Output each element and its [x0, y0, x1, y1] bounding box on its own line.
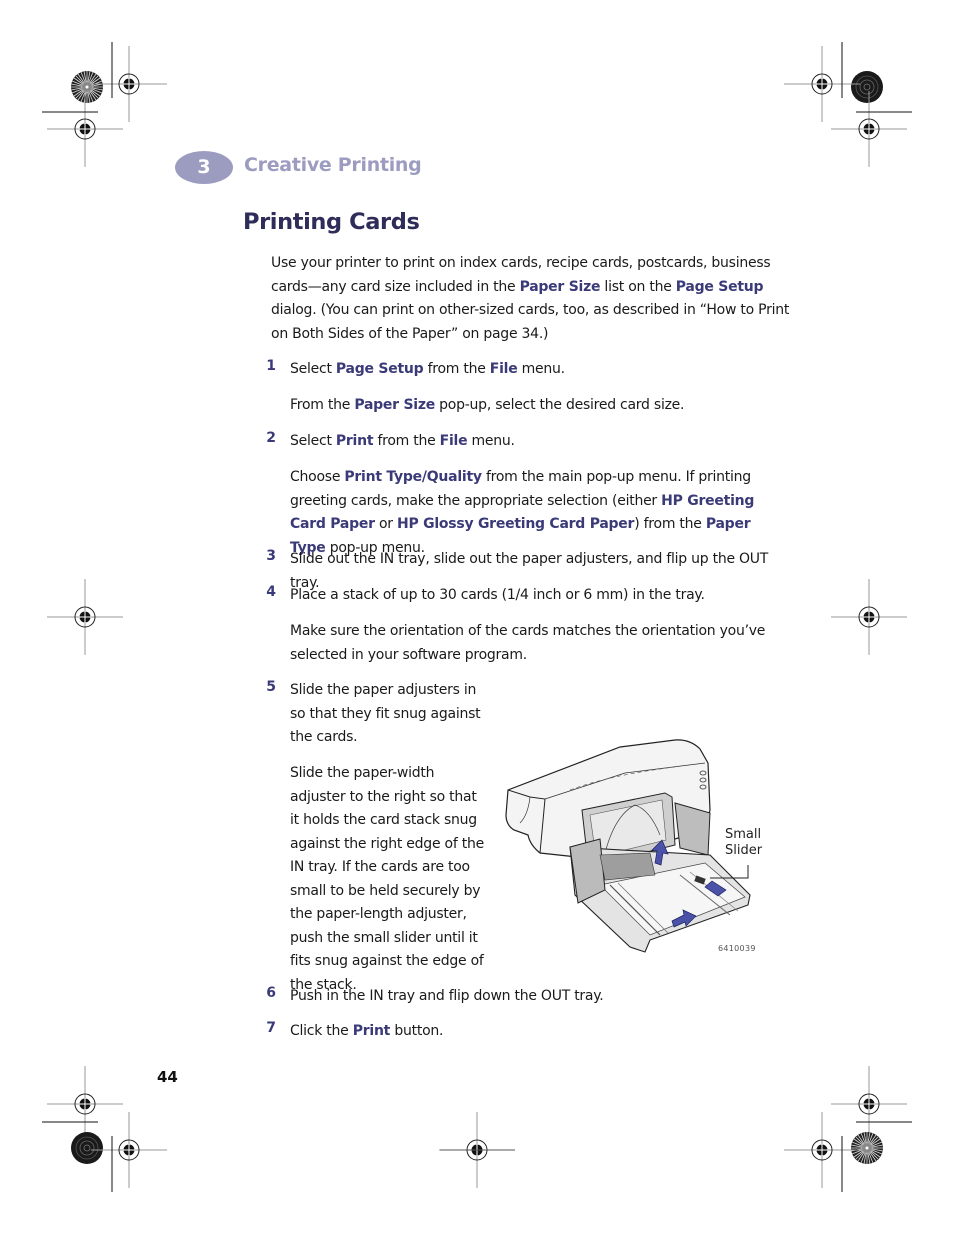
step-note: From the Paper Size pop-up, select the d… — [290, 394, 790, 418]
ui-term: File — [489, 361, 518, 377]
page-number: 44 — [157, 1068, 178, 1086]
chapter-title: Creative Printing — [244, 154, 422, 176]
step-number: 1 — [266, 358, 276, 374]
text-run: From the — [290, 397, 355, 413]
ui-term: Paper Size — [519, 278, 601, 295]
text-run: from the — [423, 361, 490, 377]
text-run: ) from the — [634, 516, 706, 532]
text-run: Click the — [290, 1023, 353, 1039]
step-text: Place a stack of up to 30 cards (1/4 inc… — [290, 584, 790, 608]
step-note: Slide the paper-width adjuster to the ri… — [290, 762, 486, 997]
ui-term: HP Glossy Greeting Card Paper — [397, 516, 635, 532]
text-run: Make sure the orientation of the cards m… — [290, 623, 766, 663]
step-number: 4 — [266, 584, 276, 600]
text-run: Push in the IN tray and flip down the OU… — [290, 988, 604, 1004]
step-number: 2 — [266, 430, 276, 446]
callout-line-2: Slider — [725, 843, 763, 858]
figure-code: 6410039 — [718, 944, 756, 953]
intro-paragraph: Use your printer to print on index cards… — [271, 252, 791, 346]
step-text: Select Print from the File menu. — [290, 430, 790, 454]
ui-term: Print — [352, 1023, 391, 1039]
text-run: pop-up, select the desired card size. — [434, 397, 685, 413]
step-number: 3 — [266, 548, 276, 564]
text-run: Place a stack of up to 30 cards (1/4 inc… — [290, 587, 705, 603]
text-run: menu. — [467, 433, 515, 449]
ui-term: Page Setup — [675, 278, 764, 295]
step-text: Click the Print button. — [290, 1020, 790, 1044]
text-run: list on the — [600, 278, 676, 295]
page-title: Printing Cards — [243, 209, 420, 235]
ui-term: Paper Size — [354, 397, 435, 413]
ui-term: Page Setup — [335, 361, 424, 377]
text-run: Choose — [290, 469, 345, 485]
ui-term: Print — [335, 433, 374, 449]
text-run: Slide the paper adjusters in so that the… — [290, 682, 481, 745]
text-run: Select — [290, 361, 336, 377]
step-note: Make sure the orientation of the cards m… — [290, 620, 790, 667]
step-number: 6 — [266, 985, 276, 1001]
step-text: Push in the IN tray and flip down the OU… — [290, 985, 790, 1009]
chapter-number-badge: 3 — [175, 151, 233, 184]
text-run: button. — [390, 1023, 444, 1039]
callout-line-1: Small — [725, 827, 762, 842]
text-run: or — [374, 516, 398, 532]
text-run: Slide the paper-width adjuster to the ri… — [290, 765, 484, 993]
step-note: Choose Print Type/Quality from the main … — [290, 466, 790, 560]
text-run: from the — [373, 433, 440, 449]
ui-term: File — [439, 433, 468, 449]
step-text: Slide the paper adjusters in so that the… — [290, 679, 486, 750]
step-number: 5 — [266, 679, 276, 695]
text-run: Select — [290, 433, 336, 449]
text-run: dialog. (You can print on other-sized ca… — [271, 302, 790, 342]
ui-term: Print Type/Quality — [344, 469, 482, 485]
step-text: Select Page Setup from the File menu. — [290, 358, 790, 382]
text-run: menu. — [517, 361, 565, 377]
step-number: 7 — [266, 1020, 276, 1036]
callout-small-slider: Small Slider — [725, 827, 762, 859]
registration-marks — [42, 42, 912, 1192]
